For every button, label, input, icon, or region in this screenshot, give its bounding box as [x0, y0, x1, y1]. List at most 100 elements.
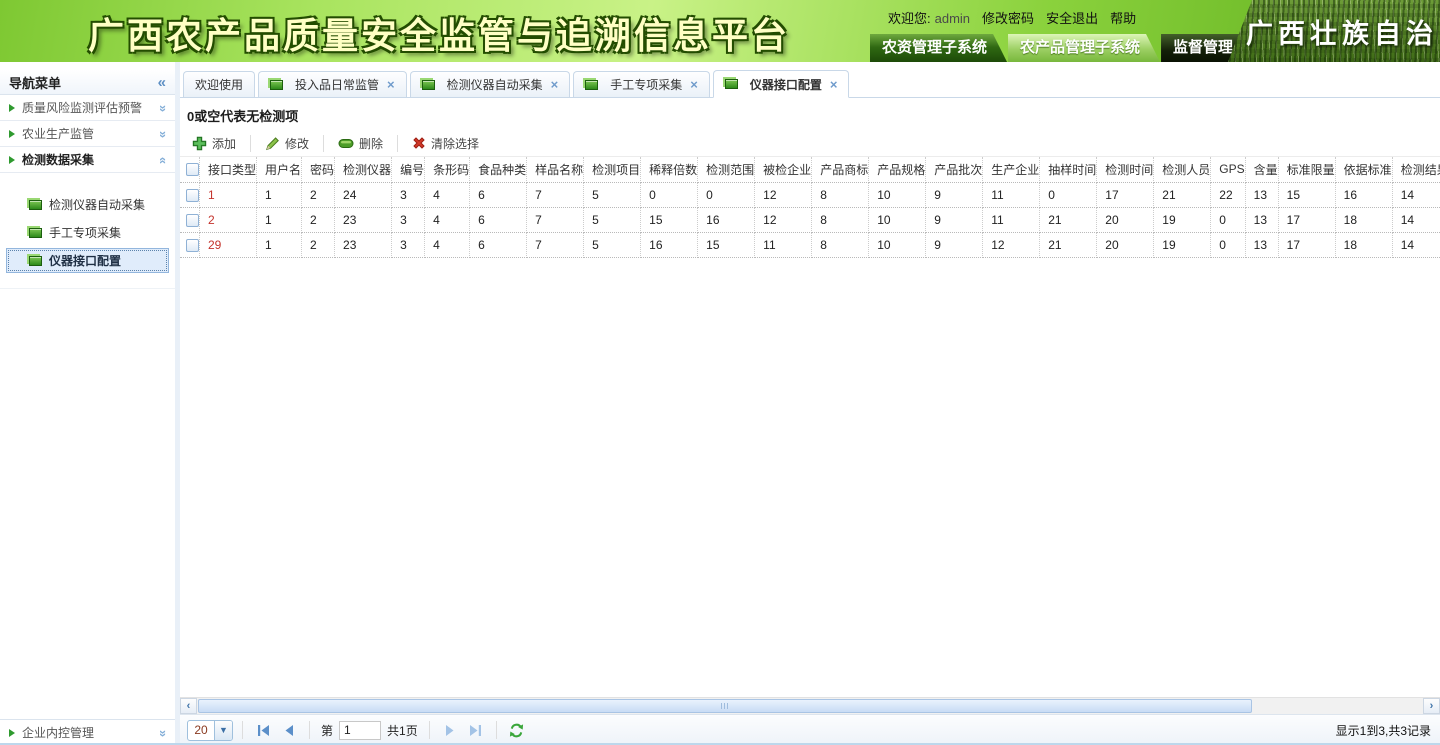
grid-column-header-5[interactable]: 条形码: [425, 157, 470, 182]
sidebar-item-1[interactable]: 手工专项采集: [6, 220, 169, 245]
chevron-down-icon[interactable]: »: [156, 730, 171, 735]
grid-column-header-23[interactable]: 检测结果: [1392, 157, 1440, 182]
close-icon[interactable]: ×: [551, 77, 559, 92]
grid-column-header-10[interactable]: 检测范围: [698, 157, 755, 182]
sidebar-group-1[interactable]: 农业生产监管»: [0, 121, 175, 147]
tab-2[interactable]: 检测仪器自动采集×: [410, 71, 571, 97]
sidebar-group-3[interactable]: 企业内控管理»: [0, 719, 175, 745]
grid-column-header-16[interactable]: 抽样时间: [1040, 157, 1097, 182]
toolbar-button-label: 删除: [359, 135, 383, 152]
grid-column-header-19[interactable]: GPS: [1211, 157, 1245, 182]
header-link-2[interactable]: 帮助: [1110, 11, 1136, 26]
table-row[interactable]: 2122334675151612810911212019013171814222…: [180, 207, 1440, 232]
tab-icon: [422, 80, 435, 90]
close-icon[interactable]: ×: [830, 77, 838, 92]
sidebar-item-label: 仪器接口配置: [49, 252, 121, 269]
grid-cell: 15: [1278, 182, 1335, 207]
scrollbar-track[interactable]: [197, 698, 1423, 714]
grid-column-header-18[interactable]: 检测人员: [1154, 157, 1211, 182]
next-page-button[interactable]: [439, 719, 461, 741]
scroll-right-icon[interactable]: ›: [1423, 698, 1440, 714]
grid-cell: 2: [302, 182, 335, 207]
row-checkbox[interactable]: [186, 239, 199, 252]
chevron-down-icon[interactable]: ▼: [214, 720, 232, 741]
row-checkbox[interactable]: [186, 214, 199, 227]
grid-toolbar: 添加 修改 删除 清除选择: [180, 130, 1440, 157]
system-tab-1[interactable]: 农产品管理子系统: [1008, 34, 1160, 62]
grid-column-header-7[interactable]: 样品名称: [527, 157, 584, 182]
chevron-down-icon[interactable]: »: [156, 131, 171, 136]
grid-column-header-1[interactable]: 用户名: [257, 157, 302, 182]
grid-column-header-12[interactable]: 产品商标: [812, 157, 869, 182]
prev-page-button[interactable]: [278, 719, 300, 741]
grid-cell: 10: [869, 182, 926, 207]
grid-column-header-2[interactable]: 密码: [302, 157, 335, 182]
row-checkbox[interactable]: [186, 189, 199, 202]
clear-selection-button[interactable]: 清除选择: [404, 133, 487, 154]
scrollbar-thumb[interactable]: [198, 699, 1252, 713]
grid-column-header-22[interactable]: 依据标准: [1335, 157, 1392, 182]
grid-column-header-4[interactable]: 编号: [392, 157, 425, 182]
toolbar-button-label: 添加: [212, 135, 236, 152]
grid-column-header-17[interactable]: 检测时间: [1097, 157, 1154, 182]
folder-icon: [29, 256, 42, 266]
grid-column-header-21[interactable]: 标准限量: [1278, 157, 1335, 182]
first-page-button[interactable]: [252, 719, 274, 741]
main-panel: 欢迎使用投入品日常监管×检测仪器自动采集×手工专项采集×仪器接口配置× 0或空代…: [180, 62, 1440, 745]
header-link-0[interactable]: 修改密码: [982, 11, 1034, 26]
grid-column-header-9[interactable]: 稀释倍数: [641, 157, 698, 182]
header-link-1[interactable]: 安全退出: [1046, 11, 1098, 26]
grid-column-header-6[interactable]: 食品种类: [470, 157, 527, 182]
grid-cell: 4: [425, 232, 470, 257]
grid-column-header-15[interactable]: 生产企业: [983, 157, 1040, 182]
table-row[interactable]: 1122434675001281091101721221315161423181: [180, 182, 1440, 207]
triangle-icon: [9, 130, 15, 138]
grid-column-header-11[interactable]: 被检企业: [755, 157, 812, 182]
edit-icon: [265, 136, 280, 151]
edit-button[interactable]: 修改: [257, 133, 317, 154]
system-tab-0[interactable]: 农资管理子系统: [870, 34, 1007, 62]
grid-cell: 21: [1154, 182, 1211, 207]
grid-column-header-13[interactable]: 产品规格: [869, 157, 926, 182]
grid-cell: 8: [812, 182, 869, 207]
grid-cell: 1: [200, 182, 257, 207]
tab-4[interactable]: 仪器接口配置×: [713, 70, 850, 98]
grid-cell: 9: [926, 182, 983, 207]
grid-column-header-14[interactable]: 产品批次: [926, 157, 983, 182]
grid-cell: 13: [1245, 182, 1278, 207]
grid-column-header-0[interactable]: 接口类型: [200, 157, 257, 182]
add-button[interactable]: 添加: [184, 133, 244, 154]
last-page-button[interactable]: [465, 719, 487, 741]
refresh-button[interactable]: [506, 719, 528, 741]
close-icon[interactable]: ×: [690, 77, 698, 92]
chevron-down-icon[interactable]: »: [156, 105, 171, 110]
tab-1[interactable]: 投入品日常监管 ×: [258, 71, 407, 97]
grid-cell: 5: [584, 232, 641, 257]
close-icon[interactable]: ×: [387, 77, 395, 92]
sidebar-item-0[interactable]: 检测仪器自动采集: [6, 192, 169, 217]
sidebar-item-2[interactable]: 仪器接口配置: [6, 248, 169, 273]
sidebar-title: 导航菜单: [9, 73, 61, 92]
page-size-value: 20: [188, 723, 214, 737]
tab-3[interactable]: 手工专项采集×: [573, 71, 710, 97]
select-all-checkbox[interactable]: [186, 163, 199, 176]
toolbar-button-label: 修改: [285, 135, 309, 152]
chevron-up-icon[interactable]: «: [156, 157, 171, 162]
table-row[interactable]: 2912233467516151181091221201901317181422…: [180, 232, 1440, 257]
collapse-sidebar-icon[interactable]: «: [158, 74, 166, 91]
page-size-select[interactable]: 20 ▼: [187, 720, 233, 741]
folder-icon: [29, 228, 42, 238]
grid-column-header-8[interactable]: 检测项目: [584, 157, 641, 182]
grid-cell: 11: [983, 207, 1040, 232]
tab-label: 投入品日常监管: [295, 76, 379, 93]
scroll-left-icon[interactable]: ‹: [180, 698, 197, 714]
tab-0[interactable]: 欢迎使用: [183, 71, 255, 97]
sidebar-group-2[interactable]: 检测数据采集«: [0, 147, 175, 173]
grid-column-header-20[interactable]: 含量: [1245, 157, 1278, 182]
grid-cell: 20: [1097, 232, 1154, 257]
delete-button[interactable]: 删除: [330, 133, 391, 154]
grid-cell: 0: [1211, 207, 1245, 232]
sidebar-group-0[interactable]: 质量风险监测评估预警»: [0, 95, 175, 121]
grid-column-header-3[interactable]: 检测仪器: [335, 157, 392, 182]
page-number-input[interactable]: [339, 721, 381, 740]
